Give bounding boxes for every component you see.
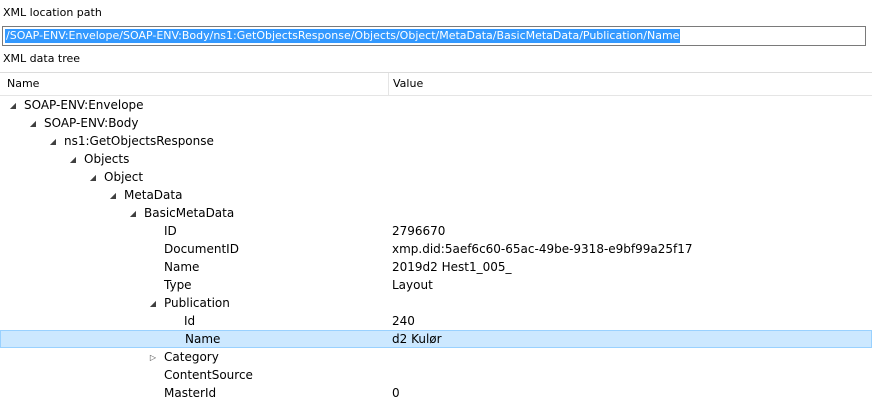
tree-node[interactable]: ▷ Category xyxy=(148,348,219,367)
tree-node[interactable]: ◢ SOAP-ENV:Envelope xyxy=(8,96,144,115)
tree-row[interactable]: Id 240 xyxy=(0,312,872,330)
column-divider[interactable] xyxy=(388,73,389,95)
expand-toggle-icon[interactable]: ◢ xyxy=(108,187,118,205)
tree-node[interactable]: DocumentID xyxy=(148,240,239,258)
tree-node[interactable]: ◢ ns1:GetObjectsResponse xyxy=(48,132,214,151)
data-tree-label: XML data tree xyxy=(3,52,81,65)
tree-node-name: MetaData xyxy=(124,188,183,202)
tree-row[interactable]: ◢ Publication xyxy=(0,294,872,312)
tree-node[interactable]: ◢ BasicMetaData xyxy=(128,204,234,223)
tree-row[interactable]: MasterId 0 xyxy=(0,384,872,401)
tree-node-name: Name xyxy=(185,332,221,346)
tree-row[interactable]: ID 2796670 xyxy=(0,222,872,240)
tree-row[interactable]: ◢ ns1:GetObjectsResponse xyxy=(0,132,872,150)
tree-node[interactable]: Name xyxy=(148,258,199,276)
expand-toggle-icon[interactable]: ◢ xyxy=(48,133,58,151)
tree-node-name: BasicMetaData xyxy=(144,206,235,220)
tree-node[interactable]: Id xyxy=(168,312,195,330)
tree-row[interactable]: ContentSource xyxy=(0,366,872,384)
tree-row[interactable]: Name 2019d2 Hest1_005_ xyxy=(0,258,872,276)
expand-toggle-icon[interactable]: ◢ xyxy=(88,169,98,187)
tree-row[interactable]: ◢ Objects xyxy=(0,150,872,168)
expand-toggle-icon[interactable]: ◢ xyxy=(148,295,158,313)
tree-node[interactable]: ◢ Objects xyxy=(68,150,129,169)
tree-node-name: Category xyxy=(164,350,219,364)
tree-node-name: Id xyxy=(184,314,196,328)
tree-node-value: 240 xyxy=(392,314,415,328)
tree-node-name: Object xyxy=(104,170,144,184)
tree-row[interactable]: Name d2 Kulør xyxy=(0,330,872,348)
tree-row[interactable]: Type Layout xyxy=(0,276,872,294)
tree-node[interactable]: MasterId xyxy=(148,384,216,401)
column-header-name[interactable]: Name xyxy=(7,77,39,90)
tree-row[interactable]: ◢ BasicMetaData xyxy=(0,204,872,222)
tree-node-name: ID xyxy=(164,224,177,238)
tree-node[interactable]: ◢ Object xyxy=(88,168,143,187)
tree-node[interactable]: ID xyxy=(148,222,177,240)
tree-node-value: d2 Kulør xyxy=(392,332,442,346)
tree-node[interactable]: ◢ Publication xyxy=(148,294,230,313)
tree-row[interactable]: ▷ Category xyxy=(0,348,872,366)
tree-node-value: 0 xyxy=(392,386,400,400)
tree-node[interactable]: ◢ SOAP-ENV:Body xyxy=(28,114,139,133)
tree-node[interactable]: Type xyxy=(148,276,192,294)
xml-data-tree[interactable]: Name Value ◢ SOAP-ENV:Envelope ◢ SOAP-ENV:B… xyxy=(0,72,872,401)
tree-node[interactable]: ContentSource xyxy=(148,366,253,384)
tree-node-name: ContentSource xyxy=(164,368,253,382)
tree-row[interactable]: DocumentID xmp.did:5aef6c60-65ac-49be-931… xyxy=(0,240,872,258)
location-path-value[interactable]: /SOAP-ENV:Envelope/SOAP-ENV:Body/ns1:Get… xyxy=(5,29,681,43)
expand-toggle-icon[interactable]: ◢ xyxy=(128,205,138,223)
location-path-field[interactable]: /SOAP-ENV:Envelope/SOAP-ENV:Body/ns1:Get… xyxy=(2,26,866,46)
tree-node-name: Objects xyxy=(84,152,130,166)
expand-toggle-icon[interactable]: ◢ xyxy=(28,115,38,133)
expand-toggle-icon[interactable]: ◢ xyxy=(8,97,18,115)
tree-node-name: ns1:GetObjectsResponse xyxy=(64,134,214,148)
tree-node-name: DocumentID xyxy=(164,242,239,256)
tree-node-value: xmp.did:5aef6c60-65ac-49be-9318-e9bf99a2… xyxy=(392,242,693,256)
tree-node-name: MasterId xyxy=(164,386,217,400)
tree-node-name: SOAP-ENV:Envelope xyxy=(24,98,144,112)
tree-header: Name Value xyxy=(0,73,872,96)
tree-node[interactable]: ◢ MetaData xyxy=(108,186,183,205)
expand-toggle-icon[interactable]: ▷ xyxy=(148,349,158,367)
tree-row[interactable]: ◢ Object xyxy=(0,168,872,186)
tree-row[interactable]: ◢ SOAP-ENV:Body xyxy=(0,114,872,132)
tree-node-value: Layout xyxy=(392,278,433,292)
tree-node-name: SOAP-ENV:Body xyxy=(44,116,139,130)
tree-rows: ◢ SOAP-ENV:Envelope ◢ SOAP-ENV:Body ◢ ns1:Get… xyxy=(0,96,872,401)
expand-toggle-icon[interactable]: ◢ xyxy=(68,151,78,169)
tree-node-value: 2796670 xyxy=(392,224,446,238)
tree-row[interactable]: ◢ MetaData xyxy=(0,186,872,204)
tree-node[interactable]: Name xyxy=(169,330,220,348)
tree-node-name: Type xyxy=(164,278,192,292)
tree-node-name: Name xyxy=(164,260,200,274)
tree-row[interactable]: ◢ SOAP-ENV:Envelope xyxy=(0,96,872,114)
tree-node-value: 2019d2 Hest1_005_ xyxy=(392,260,512,274)
column-header-value[interactable]: Value xyxy=(393,77,423,90)
tree-node-name: Publication xyxy=(164,296,230,310)
location-path-label: XML location path xyxy=(3,6,102,19)
